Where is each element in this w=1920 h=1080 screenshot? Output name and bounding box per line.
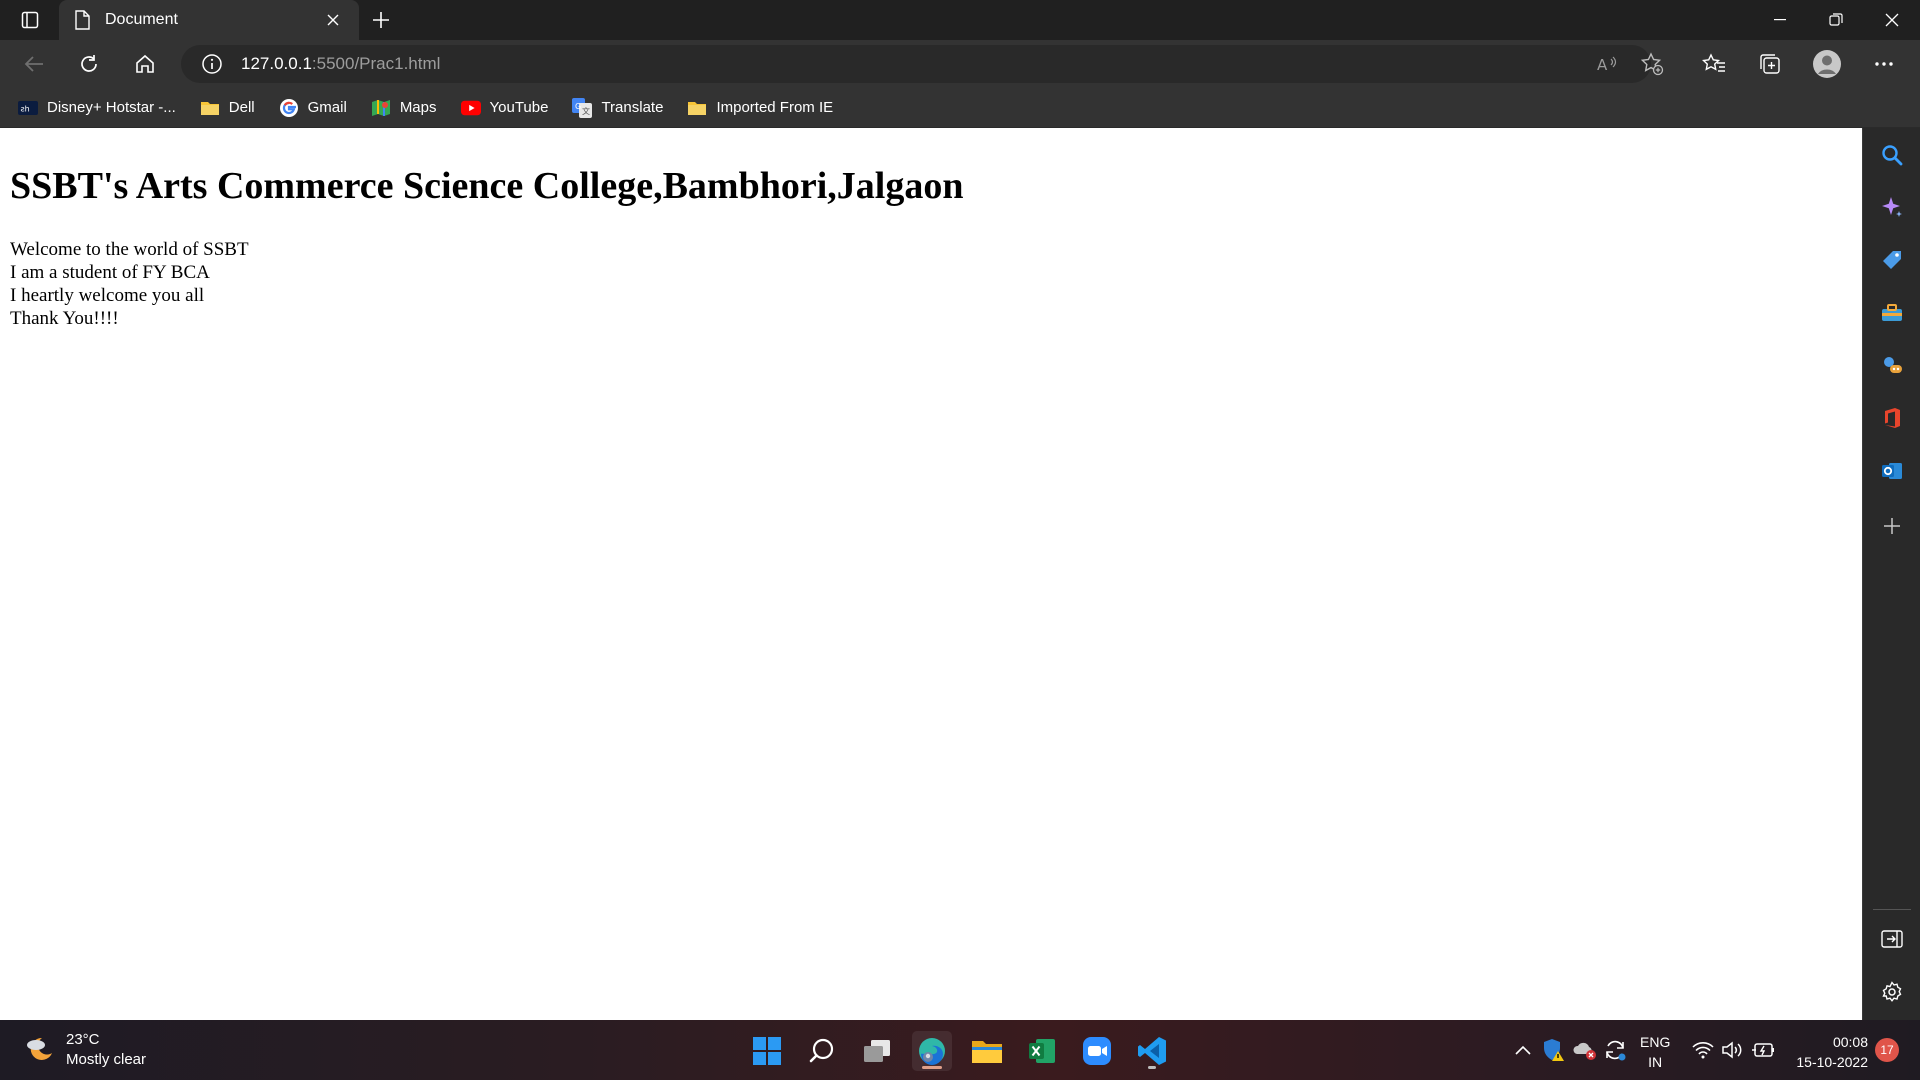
page-text-line: Welcome to the world of SSBT xyxy=(10,239,249,260)
notification-count-badge[interactable]: 17 xyxy=(1875,1038,1899,1062)
read-aloud-icon[interactable]: A xyxy=(1592,48,1624,80)
volume-icon[interactable] xyxy=(1720,1034,1746,1066)
restore-icon[interactable] xyxy=(1808,0,1864,40)
battery-icon[interactable] xyxy=(1750,1034,1776,1066)
weather-temperature: 23°C xyxy=(66,1031,100,1048)
favorite-label: Translate xyxy=(601,99,664,116)
discover-sparkle-icon[interactable] xyxy=(1878,193,1906,221)
favorite-label: Maps xyxy=(399,99,437,116)
search-icon[interactable] xyxy=(1878,141,1906,169)
favorite-translate[interactable]: G文 Translate xyxy=(572,97,664,118)
office-icon[interactable] xyxy=(1878,404,1906,432)
excel-icon[interactable] xyxy=(1022,1031,1062,1071)
taskbar-edge-icon[interactable] xyxy=(912,1031,952,1071)
address-bar[interactable]: 127.0.0.1:5500/Prac1.html xyxy=(181,45,1651,83)
page-text-line: I am a student of FY BCA xyxy=(10,262,210,283)
favorite-gmail[interactable]: Gmail xyxy=(279,98,347,117)
defender-warning-icon[interactable] xyxy=(1541,1034,1567,1066)
task-view-icon[interactable] xyxy=(857,1031,897,1071)
wifi-icon[interactable] xyxy=(1690,1034,1716,1066)
hotstar-icon: ƨh xyxy=(18,99,38,117)
url-path: :5500/Prac1.html xyxy=(311,54,441,73)
favorite-label: Gmail xyxy=(307,99,347,116)
language-code: ENG xyxy=(1640,1034,1671,1050)
google-icon xyxy=(279,98,299,117)
page-text-line: Thank You!!!! xyxy=(10,308,119,329)
collections-icon[interactable] xyxy=(1754,48,1786,80)
active-app-indicator xyxy=(922,1066,942,1069)
language-indicator[interactable]: ENG IN xyxy=(1640,1032,1670,1072)
refresh-icon[interactable] xyxy=(71,48,107,80)
weather-widget[interactable]: 23°C Mostly clear xyxy=(24,1030,146,1070)
page-text-line: I heartly welcome you all xyxy=(10,285,205,306)
hide-sidebar-icon[interactable] xyxy=(1878,925,1906,953)
system-clock[interactable]: 00:08 15-10-2022 xyxy=(1788,1032,1868,1072)
games-icon[interactable] xyxy=(1878,351,1906,379)
title-bar: Document xyxy=(0,0,1920,40)
svg-text:ƨh: ƨh xyxy=(21,104,30,113)
sidebar-settings-icon[interactable] xyxy=(1878,978,1906,1006)
sync-icon[interactable] xyxy=(1602,1034,1628,1066)
page-heading: SSBT's Arts Commerce Science College,Bam… xyxy=(10,165,964,207)
vscode-icon[interactable] xyxy=(1132,1031,1172,1071)
running-app-indicator xyxy=(1148,1066,1156,1069)
tab-actions-icon[interactable] xyxy=(14,8,46,32)
add-sidebar-app-icon[interactable] xyxy=(1878,512,1906,540)
region-code: IN xyxy=(1648,1054,1663,1070)
site-info-icon[interactable] xyxy=(201,53,223,75)
url-host: 127.0.0.1 xyxy=(241,54,312,73)
edge-sidebar xyxy=(1862,128,1920,1020)
tools-icon[interactable] xyxy=(1878,299,1906,327)
youtube-icon xyxy=(460,99,481,117)
shopping-tag-icon[interactable] xyxy=(1878,246,1906,274)
address-toolbar: 127.0.0.1:5500/Prac1.html A xyxy=(0,40,1920,88)
windows-taskbar: 23°C Mostly clear ENG IN 00:08 15-10-202… xyxy=(0,1020,1920,1080)
back-icon[interactable] xyxy=(16,48,52,80)
favorite-label: Disney+ Hotstar -... xyxy=(47,99,176,116)
show-hidden-icons-chevron-up-icon[interactable] xyxy=(1510,1034,1536,1066)
svg-text:A: A xyxy=(1597,56,1608,74)
web-page-content: SSBT's Arts Commerce Science College,Bam… xyxy=(0,128,1862,1020)
settings-more-icon[interactable] xyxy=(1868,48,1900,80)
add-favorite-icon[interactable] xyxy=(1636,48,1668,80)
weather-condition: Mostly clear xyxy=(66,1051,147,1068)
new-tab-icon[interactable] xyxy=(366,6,396,34)
close-window-icon[interactable] xyxy=(1864,0,1920,40)
translate-icon: G文 xyxy=(572,97,593,118)
favorite-youtube[interactable]: YouTube xyxy=(460,99,549,117)
favorite-dell[interactable]: Dell xyxy=(200,99,255,117)
file-explorer-icon[interactable] xyxy=(967,1031,1007,1071)
url-text: 127.0.0.1:5500/Prac1.html xyxy=(241,54,440,74)
zoom-icon[interactable] xyxy=(1077,1031,1117,1071)
favorite-label: Imported From IE xyxy=(716,99,834,116)
document-icon xyxy=(75,10,90,30)
onedrive-error-icon[interactable] xyxy=(1572,1034,1598,1066)
profile-avatar-icon[interactable] xyxy=(1811,48,1843,80)
folder-icon xyxy=(200,99,220,117)
favorites-icon[interactable] xyxy=(1698,48,1730,80)
home-icon[interactable] xyxy=(127,48,163,80)
clock-time: 00:08 xyxy=(1832,1034,1868,1050)
svg-text:G: G xyxy=(575,102,581,111)
favorite-maps[interactable]: Maps xyxy=(371,99,437,117)
outlook-icon[interactable] xyxy=(1878,457,1906,485)
folder-icon xyxy=(687,99,707,117)
favorite-label: Dell xyxy=(228,99,255,116)
favorite-imported-from-ie[interactable]: Imported From IE xyxy=(687,99,833,117)
minimize-icon[interactable] xyxy=(1752,0,1808,40)
favorites-bar: ƨh Disney+ Hotstar -... Dell Gmail Maps … xyxy=(0,88,1920,128)
clock-date: 15-10-2022 xyxy=(1796,1054,1868,1070)
favorite-hotstar[interactable]: ƨh Disney+ Hotstar -... xyxy=(18,99,176,117)
favorite-label: YouTube xyxy=(489,99,549,116)
close-tab-icon[interactable] xyxy=(321,8,345,32)
maps-icon xyxy=(371,99,391,117)
sidebar-divider xyxy=(1873,909,1911,910)
svg-text:文: 文 xyxy=(582,106,590,116)
browser-tab[interactable]: Document xyxy=(59,0,359,40)
taskbar-search-icon[interactable] xyxy=(802,1031,842,1071)
moon-cloud-icon xyxy=(27,1037,52,1060)
tab-title: Document xyxy=(105,11,178,28)
start-button[interactable] xyxy=(747,1031,787,1071)
